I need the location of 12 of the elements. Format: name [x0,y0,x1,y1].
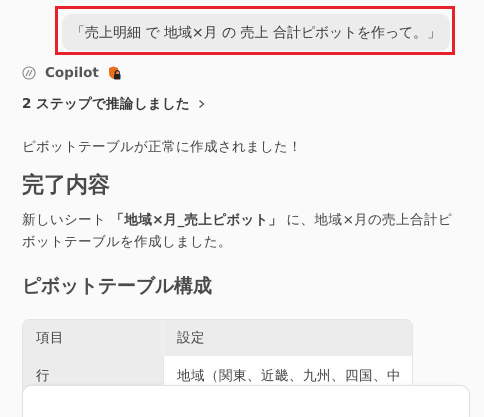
section-heading: ピボットテーブル構成 [22,274,213,299]
shield-lock-icon [108,66,121,80]
swirl-icon [22,66,36,80]
paragraph: 新しいシート 「地域×月_売上ピボット」 に、地域×月の売上合計ピボットテーブルを作成しました。 [22,211,453,252]
column-header: 項目 [23,320,164,356]
section-heading: 完了内容 [22,172,111,200]
status-message: ピボットテーブルが正常に作成されました！ [22,138,303,157]
assistant-name: Copilot [45,65,99,81]
reasoning-toggle[interactable]: 2 ステップで推論しました [22,95,206,113]
column-header: 設定 [164,320,412,356]
composer-panel[interactable] [22,385,470,417]
prompt-bubble: 「売上明細 で 地域×月 の 売上 合計ピボットを作って。」 [62,14,450,51]
